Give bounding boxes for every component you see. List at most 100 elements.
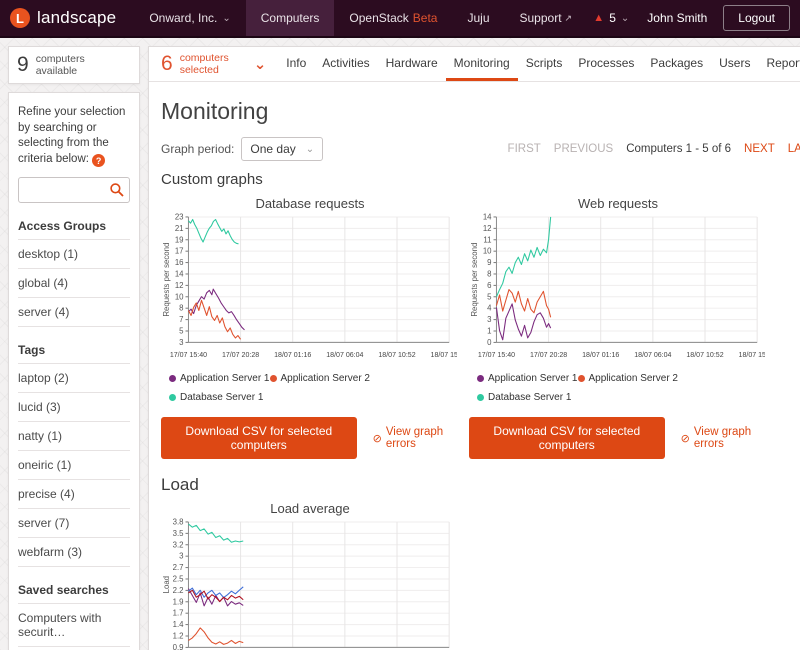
pagination-last[interactable]: LAST bbox=[788, 143, 800, 155]
page-title: Monitoring bbox=[161, 98, 800, 125]
sidebar-section-tags: Tagslaptop (2)lucid (3)natty (1)oneiric … bbox=[18, 337, 130, 567]
legend-item-database-server-1: Database Server 1 bbox=[477, 392, 573, 403]
tab-activities[interactable]: Activities bbox=[314, 47, 377, 81]
svg-text:17/07 15:40: 17/07 15:40 bbox=[478, 352, 515, 359]
svg-text:8: 8 bbox=[179, 304, 184, 313]
svg-text:18/07 15:40: 18/07 15:40 bbox=[739, 352, 765, 359]
error-slash-icon: ⊘ bbox=[373, 432, 382, 445]
main-panel: 6 computers selected ⌄ InfoActivitiesHar… bbox=[148, 46, 800, 650]
chart-actions: Download CSV for selected computers ⊘View… bbox=[161, 417, 459, 459]
sidebar-item-server-4[interactable]: server (4) bbox=[18, 297, 130, 327]
sidebar-list: laptop (2)lucid (3)natty (1)oneiric (1)p… bbox=[18, 363, 130, 567]
pagination: FIRST PREVIOUS Computers 1 - 5 of 6 NEXT… bbox=[508, 143, 800, 155]
tab-scripts[interactable]: Scripts bbox=[518, 47, 571, 81]
svg-text:3: 3 bbox=[487, 315, 492, 324]
svg-text:18/07 01:16: 18/07 01:16 bbox=[582, 352, 619, 359]
nav-item-juju[interactable]: Juju bbox=[452, 0, 504, 36]
nav-item-openstack[interactable]: OpenStackBeta bbox=[334, 0, 452, 36]
sidebar-item-lucid-3[interactable]: lucid (3) bbox=[18, 392, 130, 421]
logout-button[interactable]: Logout bbox=[723, 5, 790, 31]
legend-label: Database Server 1 bbox=[488, 392, 571, 403]
svg-text:3: 3 bbox=[179, 338, 184, 347]
download-csv-button[interactable]: Download CSV for selected computers bbox=[469, 417, 665, 459]
pagination-next[interactable]: NEXT bbox=[744, 143, 775, 155]
alerts-count: 5 bbox=[609, 11, 616, 25]
custom-graphs-heading: Custom graphs bbox=[161, 171, 800, 188]
sidebar-item-server-7[interactable]: server (7) bbox=[18, 508, 130, 537]
legend-item-application-server-1: Application Server 1 bbox=[477, 373, 578, 384]
nav-item-label: Computers bbox=[261, 11, 320, 25]
view-graph-errors-link[interactable]: ⊘View graph errors bbox=[373, 426, 459, 450]
chart-canvas: 141211109865431017/07 15:4017/07 20:2818… bbox=[469, 211, 765, 366]
sidebar-section-title: Tags bbox=[18, 337, 130, 363]
svg-text:14: 14 bbox=[483, 213, 492, 222]
chart-web-requests: Web requests141211109865431017/07 15:401… bbox=[469, 190, 767, 461]
sidebar-item-computers-with-upgrades[interactable]: Computers with upgrades bbox=[18, 646, 130, 650]
nav-item-label: OpenStack bbox=[349, 11, 408, 25]
svg-text:3.2: 3.2 bbox=[173, 540, 184, 549]
download-csv-button[interactable]: Download CSV for selected computers bbox=[161, 417, 357, 459]
tab-hardware[interactable]: Hardware bbox=[378, 47, 446, 81]
computers-selected[interactable]: 6 computers selected ⌄ bbox=[149, 47, 278, 81]
tab-info[interactable]: Info bbox=[278, 47, 314, 81]
svg-text:5: 5 bbox=[179, 327, 184, 336]
tab-processes[interactable]: Processes bbox=[570, 47, 642, 81]
search-icon[interactable] bbox=[109, 182, 125, 198]
nav-item-label: Juju bbox=[467, 11, 489, 25]
brand[interactable]: L landscape bbox=[0, 0, 134, 36]
tab-monitoring[interactable]: Monitoring bbox=[446, 47, 518, 81]
chart-plot: 141211109865431017/07 15:4017/07 20:2818… bbox=[469, 211, 767, 371]
chart-title: Load average bbox=[161, 501, 459, 516]
svg-text:16: 16 bbox=[175, 258, 184, 267]
legend-label: Application Server 2 bbox=[589, 373, 679, 384]
help-icon[interactable]: ? bbox=[92, 154, 105, 167]
svg-text:1.7: 1.7 bbox=[173, 609, 184, 618]
tab-users[interactable]: Users bbox=[711, 47, 758, 81]
svg-text:3.5: 3.5 bbox=[173, 529, 185, 538]
svg-text:11: 11 bbox=[483, 235, 491, 244]
sidebar: 9 computers available Refine your select… bbox=[8, 46, 140, 650]
svg-text:1.9: 1.9 bbox=[173, 597, 184, 606]
chart-plot: 2321191716141210875317/07 15:4017/07 20:… bbox=[161, 211, 459, 371]
view-graph-errors-link[interactable]: ⊘View graph errors bbox=[681, 426, 767, 450]
chart-title: Web requests bbox=[469, 196, 767, 211]
search-box bbox=[18, 177, 130, 203]
sidebar-section-saved-searches: Saved searchesComputers with securit…Com… bbox=[18, 577, 130, 650]
svg-text:6: 6 bbox=[487, 281, 492, 290]
graph-period-select[interactable]: One day ⌄ bbox=[241, 137, 323, 161]
svg-text:1: 1 bbox=[487, 327, 491, 336]
tab-bar: InfoActivitiesHardwareMonitoringScriptsP… bbox=[278, 47, 800, 81]
chart-database-requests: Database requests2321191716141210875317/… bbox=[161, 190, 459, 461]
chevron-down-icon[interactable]: ⌄ bbox=[254, 55, 267, 73]
controls-row: Graph period: One day ⌄ FIRST PREVIOUS C… bbox=[161, 137, 800, 161]
sidebar-item-laptop-2[interactable]: laptop (2) bbox=[18, 363, 130, 392]
nav-item-onward-inc[interactable]: Onward, Inc.⌄ bbox=[134, 0, 245, 36]
sidebar-list: Computers with securit…Computers with up… bbox=[18, 603, 130, 650]
sidebar-item-desktop-1[interactable]: desktop (1) bbox=[18, 239, 130, 268]
tab-reports[interactable]: Reports bbox=[758, 47, 800, 81]
svg-text:18/07 06:04: 18/07 06:04 bbox=[634, 352, 671, 359]
legend-dot-icon bbox=[578, 375, 585, 382]
nav-item-computers[interactable]: Computers bbox=[246, 0, 335, 36]
sidebar-section-title: Saved searches bbox=[18, 577, 130, 603]
svg-text:0: 0 bbox=[487, 338, 492, 347]
tab-packages[interactable]: Packages bbox=[642, 47, 711, 81]
sidebar-item-webfarm-3[interactable]: webfarm (3) bbox=[18, 537, 130, 567]
sidebar-item-natty-1[interactable]: natty (1) bbox=[18, 421, 130, 450]
svg-text:21: 21 bbox=[175, 224, 184, 233]
legend-dot-icon bbox=[477, 394, 484, 401]
svg-text:Load: Load bbox=[162, 576, 171, 593]
pagination-previous[interactable]: PREVIOUS bbox=[554, 143, 613, 155]
sidebar-item-oneiric-1[interactable]: oneiric (1) bbox=[18, 450, 130, 479]
content: Monitoring Graph period: One day ⌄ FIRST… bbox=[149, 82, 800, 650]
alerts-indicator[interactable]: ▲ 5 ⌄ bbox=[593, 11, 629, 25]
sidebar-item-computers-with-securit[interactable]: Computers with securit… bbox=[18, 603, 130, 646]
svg-text:5: 5 bbox=[487, 292, 492, 301]
legend-item-application-server-1: Application Server 1 bbox=[169, 373, 270, 384]
sidebar-item-global-4[interactable]: global (4) bbox=[18, 268, 130, 297]
pagination-status: Computers 1 - 5 of 6 bbox=[626, 143, 731, 155]
selected-count: 6 bbox=[161, 52, 173, 76]
pagination-first[interactable]: FIRST bbox=[508, 143, 541, 155]
nav-item-support[interactable]: Support↗ bbox=[505, 0, 588, 36]
sidebar-item-precise-4[interactable]: precise (4) bbox=[18, 479, 130, 508]
